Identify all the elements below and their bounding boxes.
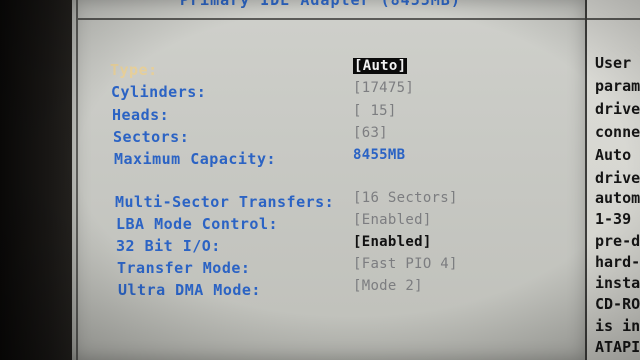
page-title: Primary IDE Adapter (8455MB) xyxy=(180,0,461,9)
help-line: User xyxy=(595,54,632,72)
help-panel: User param drive conne Auto drive autom … xyxy=(587,0,640,360)
help-line: hard-d xyxy=(595,253,640,271)
cylinders-label[interactable]: Cylinders: xyxy=(111,83,206,101)
panel-border-top xyxy=(76,18,586,20)
help-line: CD-ROM xyxy=(595,295,640,313)
help-line: drive xyxy=(595,100,640,118)
help-line: insta xyxy=(595,274,640,292)
32-bit-io-label[interactable]: 32 Bit I/O: xyxy=(116,237,221,255)
help-line: 1-39 xyxy=(595,210,632,228)
panel-border-left xyxy=(76,0,78,360)
sectors-label[interactable]: Sectors: xyxy=(113,128,189,146)
type-value[interactable]: [Auto] xyxy=(353,58,408,74)
multi-sector-transfers-label[interactable]: Multi-Sector Transfers: xyxy=(115,193,334,211)
monitor-bezel xyxy=(0,0,72,360)
help-line: conne xyxy=(595,123,640,141)
32-bit-io-value[interactable]: [Enabled] xyxy=(353,234,432,250)
maximum-capacity-value: 8455MB xyxy=(353,147,406,163)
help-line: ATAPI xyxy=(595,338,640,356)
lba-mode-control-value[interactable]: [Enabled] xyxy=(353,212,432,228)
bios-screen: Primary IDE Adapter (8455MB) Type: [Auto… xyxy=(0,0,640,360)
sectors-value[interactable]: [63] xyxy=(353,125,388,141)
type-value-selected[interactable]: [Auto] xyxy=(353,58,408,74)
help-line: param xyxy=(595,77,640,95)
type-label[interactable]: Type: xyxy=(110,61,158,79)
multi-sector-transfers-value[interactable]: [16 Sectors] xyxy=(353,190,458,206)
maximum-capacity-label: Maximum Capacity: xyxy=(114,150,277,168)
ultra-dma-mode-value[interactable]: [Mode 2] xyxy=(353,278,423,294)
help-line: Auto xyxy=(595,146,632,164)
help-panel-border xyxy=(587,18,640,20)
transfer-mode-value[interactable]: [Fast PIO 4] xyxy=(353,256,458,272)
transfer-mode-label[interactable]: Transfer Mode: xyxy=(117,259,250,277)
ultra-dma-mode-label[interactable]: Ultra DMA Mode: xyxy=(118,281,261,299)
help-line: pre-de xyxy=(595,232,640,250)
help-line: autom xyxy=(595,189,640,207)
cylinders-value[interactable]: [17475] xyxy=(353,80,414,96)
settings-panel xyxy=(72,0,586,360)
lba-mode-control-label[interactable]: LBA Mode Control: xyxy=(116,215,278,233)
heads-label[interactable]: Heads: xyxy=(112,106,169,124)
help-line: is ins xyxy=(595,317,640,335)
heads-value[interactable]: [ 15] xyxy=(353,103,397,119)
